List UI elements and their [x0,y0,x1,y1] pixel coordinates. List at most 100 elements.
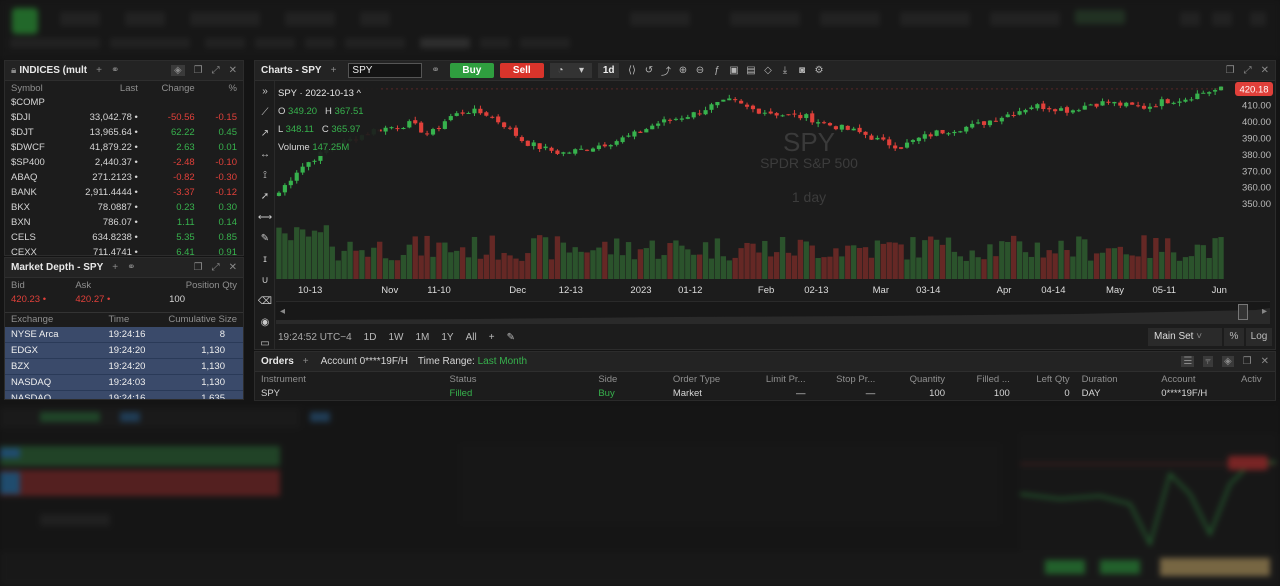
status-button[interactable] [1100,560,1140,574]
navigator-handle[interactable] [1238,304,1248,320]
arrow-icon[interactable]: ➚ [255,186,275,207]
range-all[interactable]: All [466,332,477,343]
nav-item[interactable] [285,12,335,26]
column-header[interactable]: Change [144,81,201,95]
zoom-out-icon[interactable]: ⊖ [691,65,708,76]
function-icon[interactable]: ƒ [708,65,725,76]
magnet-icon[interactable]: ∪ [255,270,275,291]
main-set-dropdown[interactable]: Main Set ˅ [1148,328,1222,346]
popout-icon[interactable]: ❐ [1226,65,1235,76]
bid-ladder[interactable] [0,446,280,466]
indices-row[interactable]: CELS 634.8238 • 5.35 0.85 [5,230,243,245]
column-header[interactable]: Quantity [881,372,951,386]
close-icon[interactable]: ✕ [1261,65,1269,76]
eraser-icon[interactable]: ⌫ [255,291,275,312]
indices-row[interactable]: ABAQ 271.2123 • -0.82 -0.30 [5,170,243,185]
trade-tab[interactable] [40,412,100,422]
trade-tab[interactable] [120,412,140,422]
menu-icon[interactable] [1250,12,1266,26]
ask-ladder[interactable] [0,470,280,496]
column-header[interactable]: Side [592,372,667,386]
column-header[interactable]: Exchange [5,313,68,327]
measure-icon[interactable]: ⟷ [255,207,275,228]
buy-button[interactable]: Buy [449,63,494,78]
indices-row[interactable]: BKX 78.0887 • 0.23 0.30 [5,200,243,215]
column-header[interactable]: Account [1155,372,1235,386]
column-header[interactable]: % [201,81,243,95]
template-icon[interactable]: ▤ [742,65,759,76]
popout-icon[interactable]: ❐ [194,65,203,76]
sell-button[interactable]: Sell [499,63,544,78]
scroll-right-icon[interactable]: ▸ [1262,306,1267,317]
camera-icon[interactable]: ◙ [793,65,810,76]
column-header[interactable]: Symbol [5,81,63,95]
fibonacci-icon[interactable]: ⟟ [255,165,275,186]
indices-row[interactable]: $DWCF 41,879.22 • 2.63 0.01 [5,140,243,155]
settings-icon[interactable]: ⚙ [810,65,827,76]
time-range-selector[interactable]: Last Month [478,356,527,367]
filter-icon[interactable]: ⫧ [1203,356,1213,367]
indices-row[interactable]: $DJI 33,042.78 • -50.56 -0.15 [5,110,243,125]
column-header[interactable]: Activ [1235,372,1275,386]
text-icon[interactable]: ɪ [255,249,275,270]
link-icon[interactable]: ⚭ [431,65,439,76]
popout-icon[interactable]: ❐ [1243,356,1252,367]
indices-row[interactable]: $SP400 2,440.37 • -2.48 -0.10 [5,155,243,170]
depth-row[interactable]: NYSE Arca 19:24:16 8 [5,326,243,343]
expand-icon[interactable]: ⤢ [212,65,220,76]
sync-icon[interactable]: ◈ [170,65,185,76]
depth-row[interactable]: NASDAQ 19:24:16 1,635 [5,390,243,399]
list-view-icon[interactable]: ☰ [1181,356,1195,367]
layout-tab[interactable] [110,38,190,48]
layout-tab[interactable] [305,38,335,48]
range-1y[interactable]: 1Y [441,332,453,343]
indicator-icon[interactable]: ⟨⟩ [623,65,640,76]
close-icon[interactable]: ✕ [229,262,237,273]
replay-icon[interactable]: ↺ [640,65,657,76]
link-icon[interactable]: ⚭ [111,65,119,76]
column-header[interactable]: Time [68,313,157,327]
account-selector[interactable]: 0****19F/H [360,356,408,367]
horizontal-line-icon[interactable]: ↔ [255,144,275,165]
link-icon[interactable]: ⚭ [127,262,135,273]
column-header[interactable]: Filled ... [951,372,1016,386]
close-icon[interactable]: ✕ [1261,356,1269,367]
range-1m[interactable]: 1M [415,332,429,343]
chart-navigator[interactable]: ◂ ▸ [276,301,1270,324]
indices-row[interactable]: BANK 2,911.4444 • -3.37 -0.12 [5,185,243,200]
download-icon[interactable]: ⤓ [776,65,793,76]
scroll-left-icon[interactable]: ◂ [280,306,285,317]
layout-tab[interactable] [520,38,570,48]
depth-row[interactable]: BZX 19:24:20 1,130 [5,358,243,375]
upgrade-button[interactable] [1160,558,1270,576]
range-1d[interactable]: 1D [364,332,377,343]
layout-tab[interactable] [10,38,100,48]
pencil-icon[interactable]: ✎ [507,332,515,343]
plus-icon[interactable]: + [331,65,337,76]
column-header[interactable]: Stop Pr... [811,372,881,386]
brush-icon[interactable]: ✎ [255,228,275,249]
layout-tab[interactable] [480,38,510,48]
column-header[interactable]: Last [63,81,144,95]
column-header[interactable]: Left Qty [1016,372,1076,386]
eye-icon[interactable]: ◉ [255,312,275,333]
nav-item[interactable] [190,12,260,26]
expand-icon[interactable]: ⤢ [1244,65,1252,76]
layout-tab[interactable] [255,38,295,48]
column-header[interactable]: Status [444,372,593,386]
status-button[interactable] [1045,560,1085,574]
close-icon[interactable]: ✕ [229,65,237,76]
layers-icon[interactable]: ◇ [759,65,776,76]
nav-item[interactable] [360,12,390,26]
indices-row[interactable]: $COMP [5,95,243,110]
compare-icon[interactable]: ⤴ [657,63,674,78]
indices-row[interactable]: $DJT 13,965.64 • 62.22 0.45 [5,125,243,140]
chart-type-dropdown[interactable]: ◔ ▾ [549,63,592,78]
sync-icon[interactable]: ◈ [1221,356,1234,367]
depth-row[interactable]: EDGX 19:24:20 1,130 [5,342,243,359]
nav-item[interactable] [60,12,100,26]
plus-icon[interactable]: + [489,332,495,343]
column-header[interactable]: Limit Pr... [742,372,812,386]
zoom-in-icon[interactable]: ⊕ [674,65,691,76]
trade-tab[interactable] [310,412,330,422]
